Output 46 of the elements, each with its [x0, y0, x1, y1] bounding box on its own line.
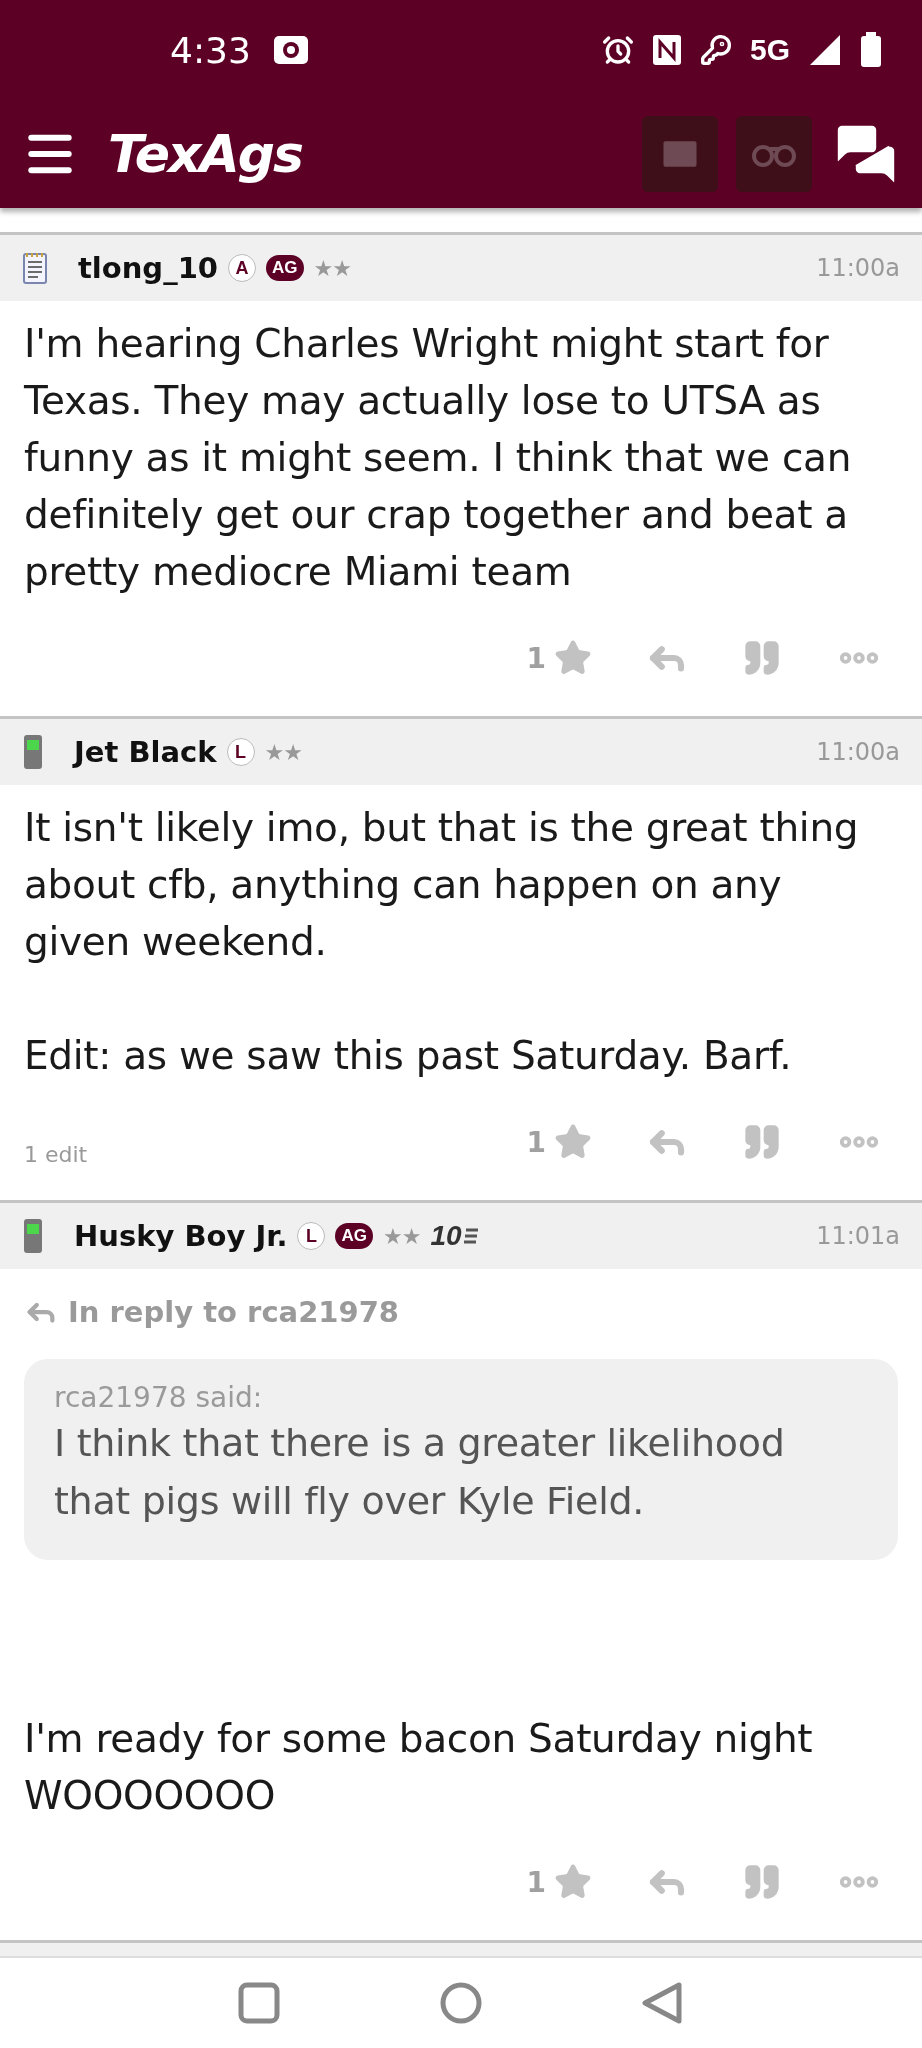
post-time: 11:00a: [816, 254, 900, 282]
back-icon[interactable]: [642, 1982, 684, 2024]
signal-icon: [808, 33, 842, 67]
post-text: I'm ready for some bacon Saturday night WOOOOOOO: [24, 1715, 814, 1820]
phone-icon: [22, 1218, 44, 1254]
binoculars-button[interactable]: [736, 116, 812, 192]
like-button[interactable]: 1: [526, 639, 592, 677]
like-button[interactable]: 1: [526, 1123, 592, 1161]
alarm-icon: [601, 34, 634, 66]
user-badge: L: [297, 1222, 326, 1250]
screen-record-icon: [272, 35, 309, 65]
rank-stars: ★★: [264, 739, 302, 765]
rank-stars: ★★: [313, 255, 351, 281]
key-icon: [699, 34, 732, 66]
post-author[interactable]: tlong_10: [78, 251, 218, 285]
phone-icon: [22, 734, 44, 770]
post-text: I'm hearing Charles Wright might start for Texas. They may actually lose to UTSA as funny as it might seem. I think that we can definitely get our crap together and beat a pretty mediocre Miami team: [24, 320, 853, 596]
quote-icon[interactable]: [742, 1122, 782, 1162]
messages-button[interactable]: [642, 116, 718, 192]
nfc-icon: [651, 34, 682, 66]
network-type: 5G: [749, 33, 790, 67]
post-text: Edit: as we saw this past Saturday. Barf.: [24, 1032, 793, 1080]
user-badge: A: [228, 254, 256, 282]
battery-icon: [860, 32, 882, 68]
quote-text: I think that there is a greater likelihood that pigs will fly over Kyle Field.: [54, 1420, 786, 1525]
quote-icon[interactable]: [742, 1862, 782, 1902]
reply-to-link[interactable]: In reply to rca21978: [0, 1269, 922, 1329]
post-text: It isn't likely imo, but that is the great thing about cfb, anything can happen on any given weekend.: [24, 804, 860, 966]
quote-attribution: rca21978 said:: [54, 1381, 264, 1414]
edit-count[interactable]: 1 edit: [24, 1141, 88, 1167]
quote-icon[interactable]: [742, 638, 782, 678]
post-time: 11:00a: [816, 738, 900, 766]
post-author[interactable]: Jet Black: [74, 735, 217, 769]
rank-badge: 10: [430, 1220, 478, 1252]
user-badge: AG: [266, 255, 304, 281]
post-time: 11:01a: [816, 1222, 900, 1250]
status-time: 4:33: [170, 29, 251, 71]
notepad-icon: [22, 251, 48, 285]
home-icon[interactable]: [440, 1982, 482, 2024]
rank-stars: ★★: [382, 1223, 421, 1249]
user-badge: L: [226, 738, 255, 766]
like-button[interactable]: 1: [526, 1863, 592, 1901]
recents-icon[interactable]: [238, 1982, 280, 2024]
post-author[interactable]: Husky Boy Jr.: [74, 1219, 288, 1253]
user-badge: AG: [335, 1223, 373, 1249]
site-logo[interactable]: TexAgs: [108, 124, 302, 184]
